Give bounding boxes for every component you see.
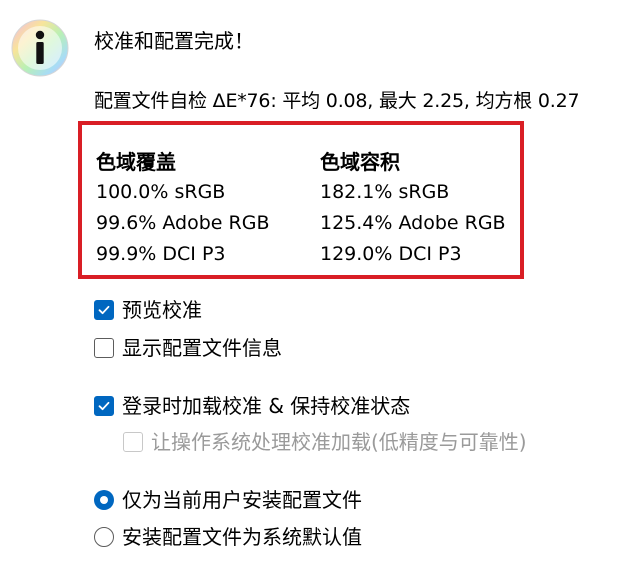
info-icon	[10, 18, 70, 78]
let-os-handle-option: 让操作系统处理校准加载(低精度与可靠性)	[123, 429, 527, 455]
gamut-volume-dci-p3: 129.0% DCI P3	[320, 243, 462, 265]
gamut-coverage-dci-p3: 99.9% DCI P3	[96, 243, 226, 265]
let-os-handle-checkbox	[123, 432, 143, 452]
gamut-volume-adobe-rgb: 125.4% Adobe RGB	[320, 212, 506, 234]
gamut-coverage-adobe-rgb: 99.6% Adobe RGB	[96, 212, 270, 234]
install-current-user-label[interactable]: 仅为当前用户安装配置文件	[122, 487, 362, 513]
message-title: 校准和配置完成！	[94, 29, 254, 53]
install-system-default-option[interactable]: 安装配置文件为系统默认值	[94, 524, 362, 550]
radio-dot	[100, 496, 108, 504]
install-current-user-radio[interactable]	[94, 490, 114, 510]
load-on-login-option[interactable]: 登录时加载校准 & 保持校准状态	[94, 393, 410, 419]
show-profile-info-option[interactable]: 显示配置文件信息	[94, 335, 282, 361]
load-on-login-label[interactable]: 登录时加载校准 & 保持校准状态	[122, 393, 410, 419]
checkmark-icon	[98, 305, 110, 315]
install-system-default-radio[interactable]	[94, 527, 114, 547]
profile-self-check: 配置文件自检 ΔE*76: 平均 0.08, 最大 2.25, 均方根 0.27	[94, 90, 580, 112]
gamut-summary-box: 色域覆盖 100.0% sRGB 99.6% Adobe RGB 99.9% D…	[78, 121, 524, 279]
gamut-coverage-column: 色域覆盖 100.0% sRGB 99.6% Adobe RGB 99.9% D…	[96, 147, 270, 270]
show-profile-info-label[interactable]: 显示配置文件信息	[122, 335, 282, 361]
install-current-user-option[interactable]: 仅为当前用户安装配置文件	[94, 487, 362, 513]
let-os-handle-label: 让操作系统处理校准加载(低精度与可靠性)	[151, 430, 527, 454]
preview-calibration-checkbox[interactable]	[94, 300, 114, 320]
gamut-volume-column: 色域容积 182.1% sRGB 125.4% Adobe RGB 129.0%…	[320, 147, 506, 270]
preview-calibration-label[interactable]: 预览校准	[122, 297, 202, 323]
load-on-login-checkbox[interactable]	[94, 396, 114, 416]
gamut-volume-header: 色域容积	[320, 150, 400, 174]
gamut-coverage-srgb: 100.0% sRGB	[96, 181, 226, 203]
show-profile-info-checkbox[interactable]	[94, 338, 114, 358]
install-system-default-label[interactable]: 安装配置文件为系统默认值	[122, 524, 362, 550]
gamut-coverage-header: 色域覆盖	[96, 150, 176, 174]
gamut-volume-srgb: 182.1% sRGB	[320, 181, 450, 203]
preview-calibration-option[interactable]: 预览校准	[94, 297, 202, 323]
checkmark-icon	[98, 401, 110, 411]
